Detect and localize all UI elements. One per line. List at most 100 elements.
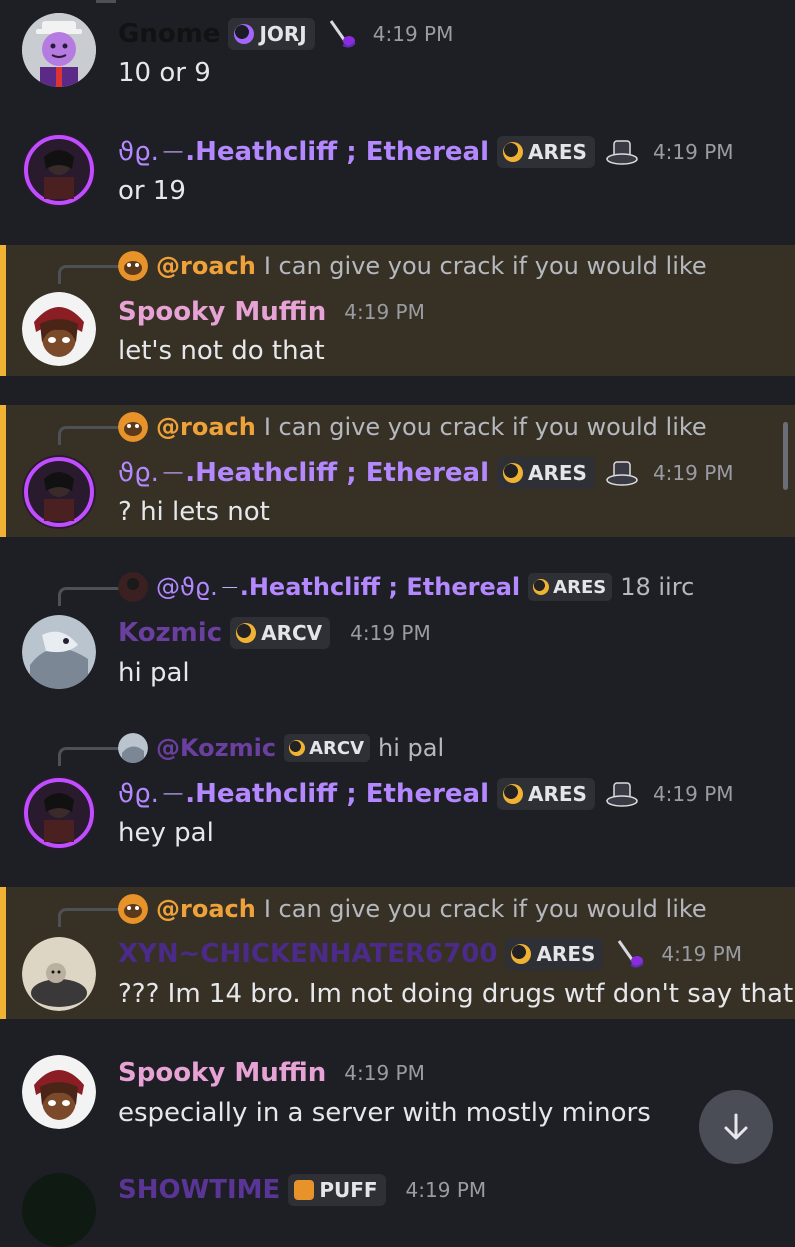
message-header: SHOWTIME PUFF 4:19 PM <box>118 1170 486 1210</box>
tag-label: PUFF <box>319 1178 378 1202</box>
reply-text: I can give you crack if you would like <box>263 252 707 280</box>
timestamp: 4:19 PM <box>405 1178 487 1202</box>
spooky-avatar[interactable] <box>22 292 96 366</box>
message-header: Spooky Muffin 4:19 PM <box>118 292 425 332</box>
reply-text: hi pal <box>378 734 445 762</box>
message-header: Kozmic ARCV 4:19 PM <box>118 613 431 653</box>
username[interactable]: .Heathcliff ; Ethereal <box>185 458 489 488</box>
username[interactable]: SHOWTIME <box>118 1175 280 1205</box>
reply-spine <box>58 265 119 284</box>
timestamp: 4:19 PM <box>350 621 431 645</box>
scrollbar-thumb[interactable] <box>783 422 788 490</box>
reply-preview[interactable]: @ϑϱ. ------ .Heathcliff ; Ethereal ARES … <box>118 570 694 604</box>
tag-label: ARES <box>528 461 587 485</box>
tag-badge-icon <box>236 623 257 643</box>
username[interactable]: .Heathcliff ; Ethereal <box>185 779 489 809</box>
message-text: ??? Im 14 bro. Im not doing drugs wtf do… <box>118 979 794 1009</box>
reply-preview[interactable]: @roach I can give you crack if you would… <box>118 249 707 283</box>
username[interactable]: Kozmic <box>118 618 222 648</box>
reply-username[interactable]: @Kozmic <box>156 734 276 762</box>
reply-spine <box>96 0 116 7</box>
reply-preview[interactable]: @roach I can give you crack if you would… <box>118 410 707 444</box>
guild-tag[interactable]: ARES <box>497 457 595 489</box>
timestamp: 4:19 PM <box>652 140 734 164</box>
message-header: Gnome JORJ 4:19 PM <box>118 14 453 54</box>
message-text: 10 or 9 <box>118 58 211 88</box>
kozmic-avatar[interactable] <box>22 615 96 689</box>
timestamp: 4:19 PM <box>652 782 734 806</box>
message-text: ? hi lets not <box>118 497 270 527</box>
message-text: especially in a server with mostly minor… <box>118 1098 651 1128</box>
reply-guild-tag: ARES <box>528 573 613 601</box>
message-header: ϑϱ. ------ .Heathcliff ; Ethereal ARES 4… <box>118 453 734 493</box>
guild-tag[interactable]: ARES <box>497 778 595 810</box>
message-text: hi pal <box>118 658 190 688</box>
message-text: or 19 <box>118 176 186 206</box>
username[interactable]: XYN~CHICKENHATER6700 <box>118 939 497 969</box>
shiba-tag-icon <box>294 1180 315 1200</box>
heathcliff-avatar[interactable] <box>22 776 96 850</box>
reply-guild-tag: ARCV <box>284 734 371 762</box>
reply-username[interactable]: @roach <box>156 895 256 923</box>
timestamp: 4:19 PM <box>372 22 454 46</box>
heathcliff-avatar[interactable] <box>22 133 96 207</box>
top-hat-icon <box>606 461 638 486</box>
gnome-avatar[interactable] <box>22 13 96 87</box>
timestamp: 4:19 PM <box>652 461 734 485</box>
reply-spine <box>58 747 119 766</box>
username-prefix: ϑϱ. <box>118 137 159 167</box>
name-divider: ------ <box>162 465 183 481</box>
chicken-avatar[interactable] <box>22 937 96 1011</box>
message-text: hey pal <box>118 818 214 848</box>
guild-tag[interactable]: ARES <box>497 136 595 168</box>
top-hat-icon <box>606 140 638 165</box>
tag-badge-icon <box>234 24 255 44</box>
jump-to-present-button[interactable] <box>699 1090 773 1164</box>
reply-preview[interactable]: @Kozmic ARCV hi pal <box>118 731 444 765</box>
reply-text: 18 iirc <box>620 573 695 601</box>
tag-label: ARES <box>553 576 607 598</box>
heathcliff-small-avatar <box>118 572 148 602</box>
tag-badge-icon <box>289 740 306 756</box>
timestamp: 4:19 PM <box>344 1061 425 1085</box>
username-prefix: ϑϱ. <box>118 779 159 809</box>
guild-tag[interactable]: JORJ <box>228 18 315 50</box>
reply-preview[interactable]: @roach I can give you crack if you would… <box>118 892 707 926</box>
guild-tag[interactable]: ARES <box>505 938 604 970</box>
reply-spine <box>58 426 119 445</box>
timestamp: 4:19 PM <box>661 942 742 966</box>
reply-username[interactable]: .Heathcliff ; Ethereal <box>240 573 520 601</box>
showtime-avatar[interactable] <box>22 1173 96 1247</box>
guild-tag[interactable]: ARCV <box>230 617 331 649</box>
reply-username[interactable]: @roach <box>156 252 256 280</box>
tag-label: ARES <box>536 942 596 966</box>
username[interactable]: Spooky Muffin <box>118 297 326 327</box>
reply-spine <box>58 587 119 606</box>
username[interactable]: Gnome <box>118 19 220 49</box>
tag-label: ARCV <box>309 737 365 759</box>
tag-badge-icon <box>511 944 532 964</box>
kozmic-small-avatar <box>118 733 148 763</box>
username[interactable]: .Heathcliff ; Ethereal <box>185 137 489 167</box>
reply-username[interactable]: @roach <box>156 413 256 441</box>
tag-badge-icon <box>503 784 523 804</box>
message-header: Spooky Muffin 4:19 PM <box>118 1053 425 1093</box>
tag-label: ARES <box>528 140 587 164</box>
guild-tag[interactable]: PUFF <box>288 1174 386 1206</box>
message-header: ϑϱ. ------ .Heathcliff ; Ethereal ARES 4… <box>118 132 734 172</box>
message-header: XYN~CHICKENHATER6700 ARES 4:19 PM <box>118 934 742 974</box>
roach-avatar <box>118 894 148 924</box>
heathcliff-avatar[interactable] <box>22 455 96 529</box>
tag-label: ARCV <box>261 621 323 645</box>
name-divider: ------ <box>162 786 183 802</box>
feather-pen-icon <box>329 20 356 48</box>
feather-pen-icon <box>618 940 645 968</box>
arrow-down-icon <box>724 1113 748 1140</box>
reply-text: I can give you crack if you would like <box>263 413 707 441</box>
username-prefix: ϑϱ. <box>118 458 159 488</box>
tag-badge-icon <box>533 579 550 595</box>
top-hat-icon <box>606 782 638 807</box>
tag-badge-icon <box>503 463 523 483</box>
username[interactable]: Spooky Muffin <box>118 1058 326 1088</box>
spooky-avatar[interactable] <box>22 1055 96 1129</box>
